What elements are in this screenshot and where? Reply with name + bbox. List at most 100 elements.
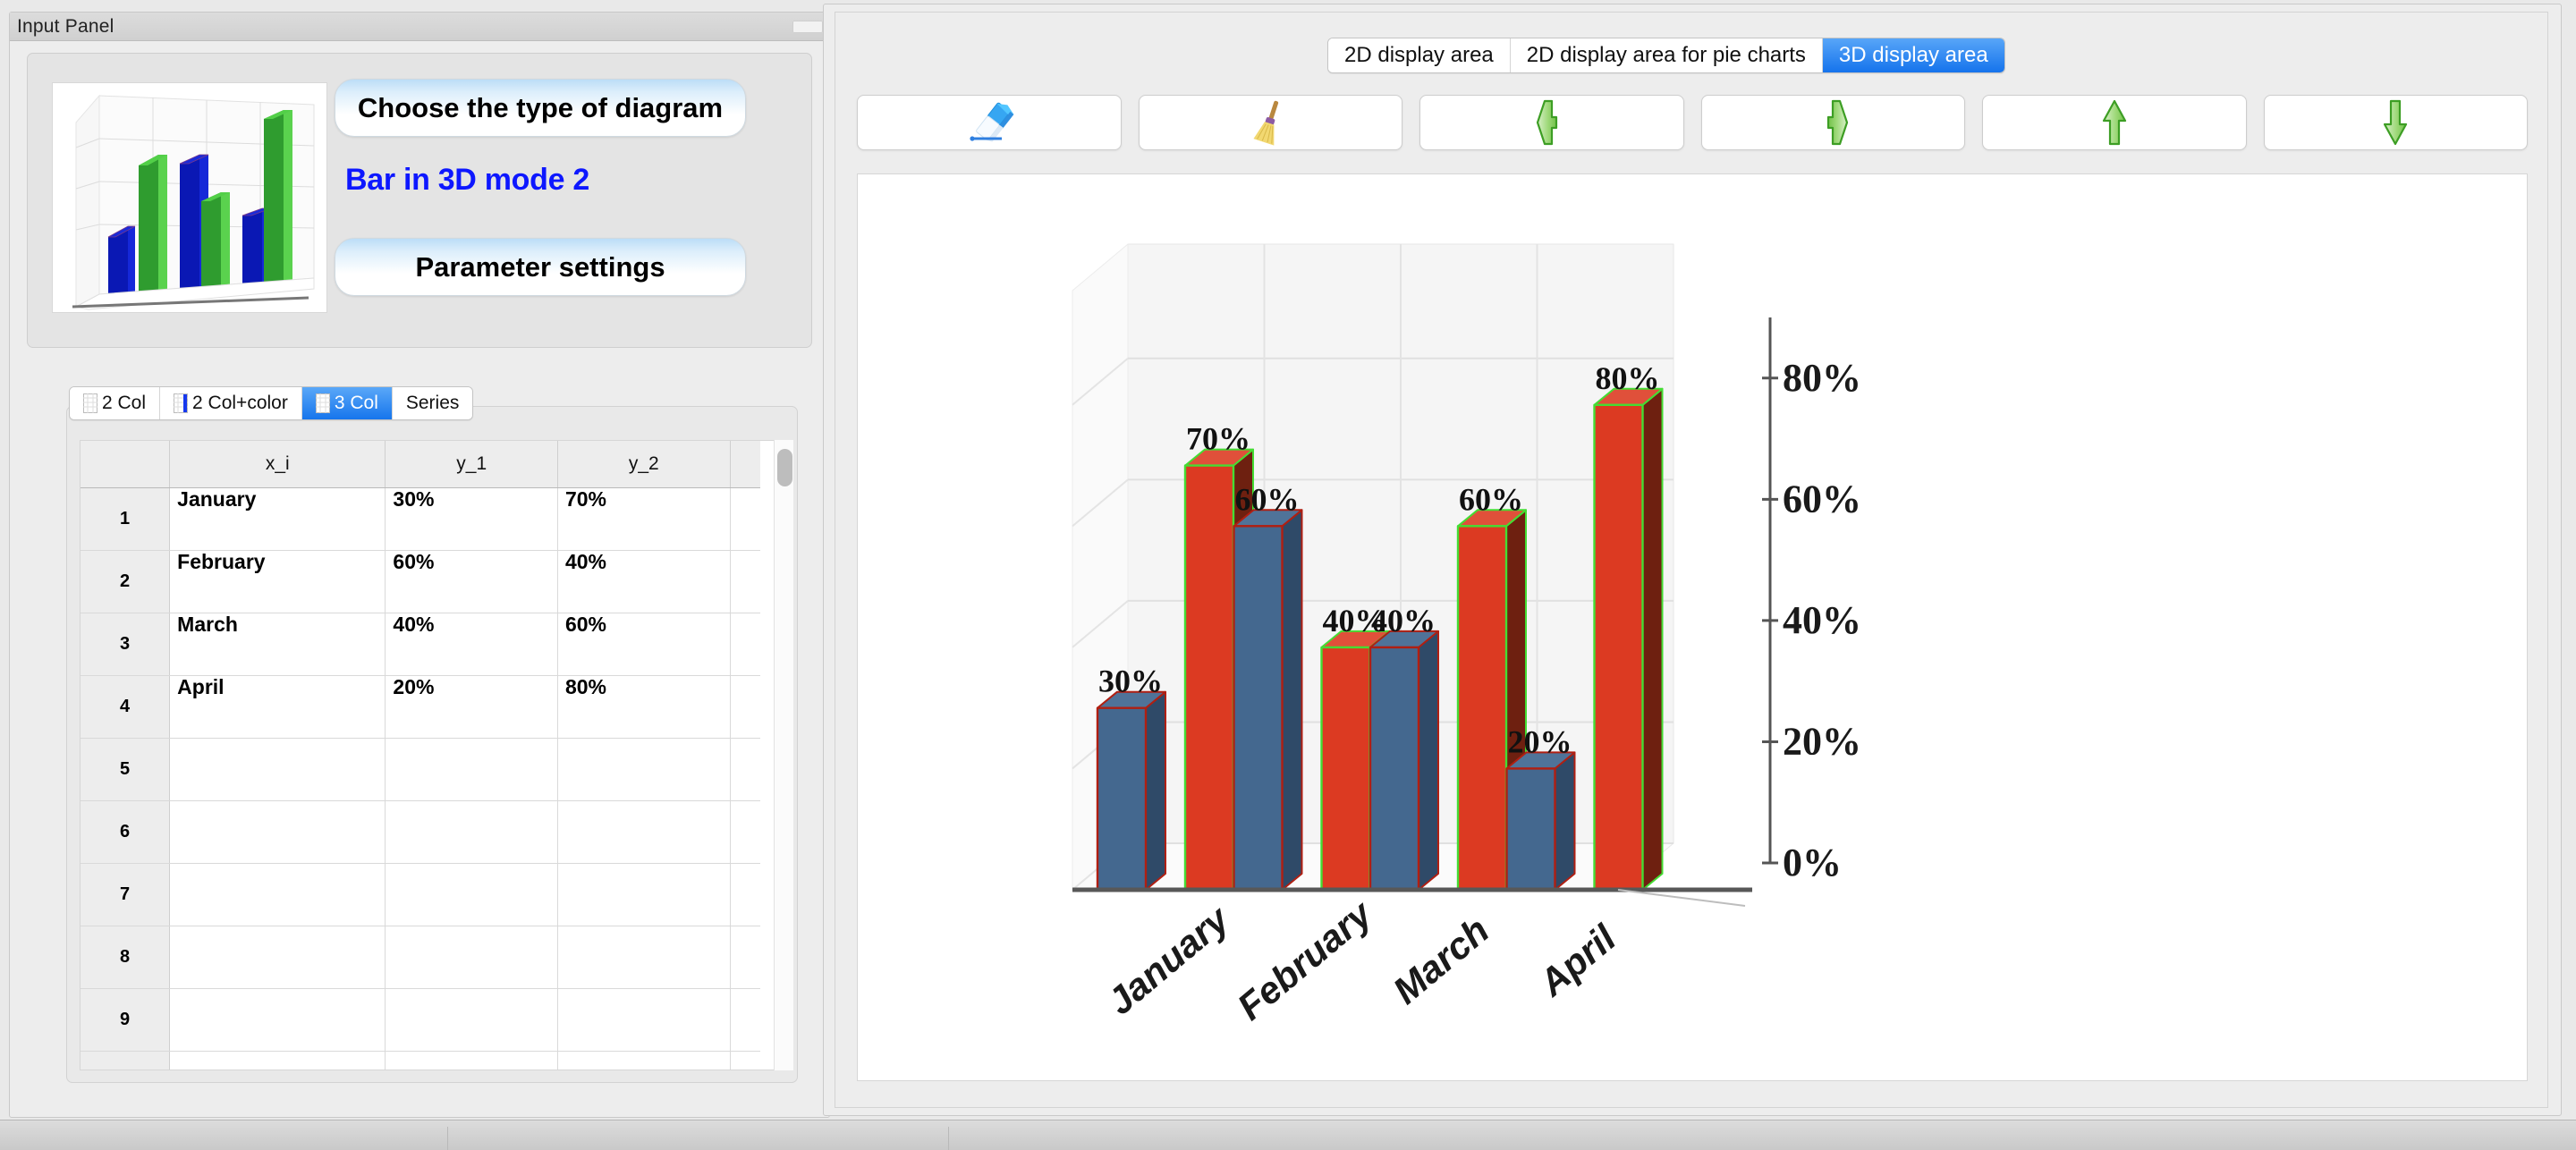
input-panel-title: Input Panel — [17, 15, 114, 37]
table-cell-y2[interactable]: 60% — [557, 613, 731, 676]
bar-value-label-s1-0: 30% — [1098, 664, 1163, 699]
table-cell-y2[interactable]: 80% — [557, 675, 731, 739]
table-row-number[interactable]: 2 — [80, 550, 171, 613]
table-cell-y2[interactable] — [557, 800, 731, 864]
table-row-number[interactable]: 8 — [80, 926, 171, 989]
table-row[interactable]: 3 March 40% 60% — [80, 613, 760, 676]
table-cell-y1[interactable]: 20% — [385, 675, 558, 739]
table-cell-x[interactable]: April — [169, 675, 386, 739]
tab-3col-label: 3 Col — [334, 393, 378, 413]
table-cell-x[interactable]: February — [169, 550, 386, 613]
bar-value-label-s2-0: 70% — [1186, 421, 1250, 457]
table-cell-x[interactable] — [169, 1051, 386, 1070]
eraser-button[interactable] — [857, 95, 1122, 150]
broom-clear-button[interactable] — [1138, 95, 1402, 150]
table-cell-y2[interactable]: 70% — [557, 487, 731, 551]
table-cell-x[interactable] — [169, 863, 386, 926]
svg-text:April: April — [1530, 916, 1624, 1004]
bar-value-label-s1-3: 20% — [1508, 723, 1572, 759]
tab-2col-color[interactable]: 2 Col+color — [160, 387, 302, 419]
grid-2col-color-icon — [174, 393, 189, 413]
tab-2d-display-area[interactable]: 2D display area — [1328, 38, 1511, 72]
table-cell-x[interactable] — [169, 988, 386, 1052]
table-cell-y2[interactable] — [557, 1051, 731, 1070]
table-cell-y2[interactable] — [557, 926, 731, 989]
table-cell-filler — [730, 613, 760, 676]
table-row[interactable] — [80, 1051, 760, 1070]
table-header-corner[interactable] — [80, 441, 171, 488]
diagram-preview-thumbnail[interactable] — [52, 82, 327, 313]
rotate-down-button[interactable] — [2263, 95, 2528, 150]
arrow-up-icon — [2091, 99, 2138, 146]
tab-2col[interactable]: 2 Col — [70, 387, 161, 419]
table-cell-x[interactable] — [169, 800, 386, 864]
chart-y-tick-label-0: 0% — [1783, 841, 1842, 884]
rotate-right-button[interactable] — [1700, 95, 1965, 150]
chart-y-tick-label-1: 20% — [1783, 719, 1861, 763]
table-row[interactable]: 7 — [80, 863, 760, 926]
table-row-number[interactable]: 9 — [80, 988, 171, 1052]
table-cell-y1[interactable] — [385, 988, 558, 1052]
data-table: x_i y_1 y_2 1 January 30% 70% 2 February 60% 40… — [80, 441, 760, 1070]
table-cell-y2[interactable] — [557, 988, 731, 1052]
rotate-left-button[interactable] — [1419, 95, 1684, 150]
table-row-number[interactable]: 7 — [80, 863, 171, 926]
table-scroll-thumb[interactable] — [777, 449, 792, 486]
table-cell-y2[interactable] — [557, 738, 731, 801]
diagram-mode-label: Bar in 3D mode 2 — [345, 163, 589, 197]
parameter-settings-button[interactable]: Parameter settings — [335, 238, 746, 296]
table-cell-y1[interactable] — [385, 1051, 558, 1070]
table-cell-filler — [730, 675, 760, 739]
tab-3col[interactable]: 3 Col — [301, 387, 393, 419]
table-cell-x[interactable]: January — [169, 487, 386, 551]
bar-value-label-s1-2: 40% — [1371, 603, 1436, 638]
minimize-icon[interactable] — [792, 21, 823, 33]
table-cell-y2[interactable]: 40% — [557, 550, 731, 613]
table-row-number[interactable]: 6 — [80, 800, 171, 864]
table-header-y1[interactable]: y_1 — [385, 441, 558, 488]
table-row[interactable]: 8 — [80, 926, 760, 989]
table-cell-y1[interactable]: 40% — [385, 613, 558, 676]
table-row[interactable]: 4 April 20% 80% — [80, 675, 760, 739]
bar-side-s2-3 — [1641, 387, 1664, 891]
table-vertical-scrollbar[interactable] — [774, 440, 793, 1070]
table-cell-x[interactable] — [169, 926, 386, 989]
table-cell-y1[interactable]: 60% — [385, 550, 558, 613]
table-cell-y1[interactable] — [385, 738, 558, 801]
table-cell-filler — [730, 800, 760, 864]
data-table-scroll-area[interactable]: x_i y_1 y_2 1 January 30% 70% 2 February 60% 40… — [80, 440, 786, 1070]
table-row-number[interactable]: 3 — [80, 613, 171, 676]
grid-2col-icon — [83, 393, 97, 413]
status-bar — [0, 1120, 2576, 1150]
table-row[interactable]: 1 January 30% 70% — [80, 487, 760, 551]
table-header-y2[interactable]: y_2 — [557, 441, 731, 488]
table-cell-filler — [730, 487, 760, 551]
rotate-up-button[interactable] — [1982, 95, 2247, 150]
chart-x-label-2: March — [1385, 909, 1496, 1012]
display-area-tabs: 2D display area 2D display area for pie … — [1327, 38, 2005, 73]
table-row-number[interactable]: 4 — [80, 675, 171, 739]
table-row-number[interactable] — [80, 1051, 171, 1070]
bar-side-s1-1 — [1281, 509, 1303, 891]
grid-3col-icon — [315, 393, 330, 413]
choose-diagram-type-button[interactable]: Choose the type of diagram — [335, 79, 746, 137]
table-cell-y2[interactable] — [557, 863, 731, 926]
table-cell-x[interactable]: March — [169, 613, 386, 676]
tab-3d-display-area[interactable]: 3D display area — [1822, 38, 2004, 72]
table-row[interactable]: 6 — [80, 800, 760, 864]
tab-series[interactable]: Series — [392, 387, 473, 419]
table-cell-x[interactable] — [169, 738, 386, 801]
tab-2d-display-area-pie[interactable]: 2D display area for pie charts — [1510, 38, 1823, 72]
table-row[interactable]: 5 — [80, 738, 760, 801]
table-row[interactable]: 9 — [80, 988, 760, 1052]
table-header-x[interactable]: x_i — [169, 441, 386, 488]
table-cell-y1[interactable] — [385, 863, 558, 926]
table-row[interactable]: 2 February 60% 40% — [80, 550, 760, 613]
table-cell-y1[interactable]: 30% — [385, 487, 558, 551]
table-cell-y1[interactable] — [385, 926, 558, 989]
table-cell-y1[interactable] — [385, 800, 558, 864]
table-row-number[interactable]: 5 — [80, 738, 171, 801]
chart-canvas[interactable]: 70% 30% 40% 60% 60% 40% 80% 20% 0% 20% 40% 60% 80% Ja… — [857, 173, 2528, 1081]
table-header-row: x_i y_1 y_2 — [80, 441, 760, 488]
table-row-number[interactable]: 1 — [80, 487, 171, 551]
